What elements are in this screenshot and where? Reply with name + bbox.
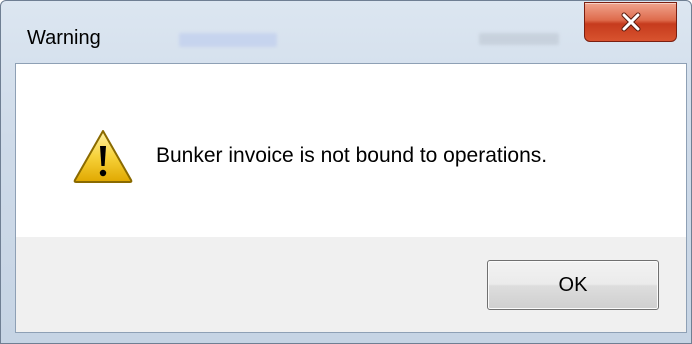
dialog-title: Warning [27, 27, 101, 49]
close-button[interactable] [584, 2, 677, 42]
background-link-blur [179, 33, 277, 47]
warning-icon [73, 130, 133, 183]
ok-button[interactable]: OK [487, 260, 659, 310]
title-bar[interactable]: Warning [1, 1, 691, 63]
message-area: Bunker invoice is not bound to operation… [16, 64, 686, 237]
warning-message: Bunker invoice is not bound to operation… [156, 144, 548, 167]
dialog-client-area: Bunker invoice is not bound to operation… [15, 63, 687, 333]
background-text-blur [479, 33, 559, 45]
close-icon [621, 12, 640, 32]
warning-dialog: Warning Bunker invoice is not bound to o… [0, 0, 692, 344]
